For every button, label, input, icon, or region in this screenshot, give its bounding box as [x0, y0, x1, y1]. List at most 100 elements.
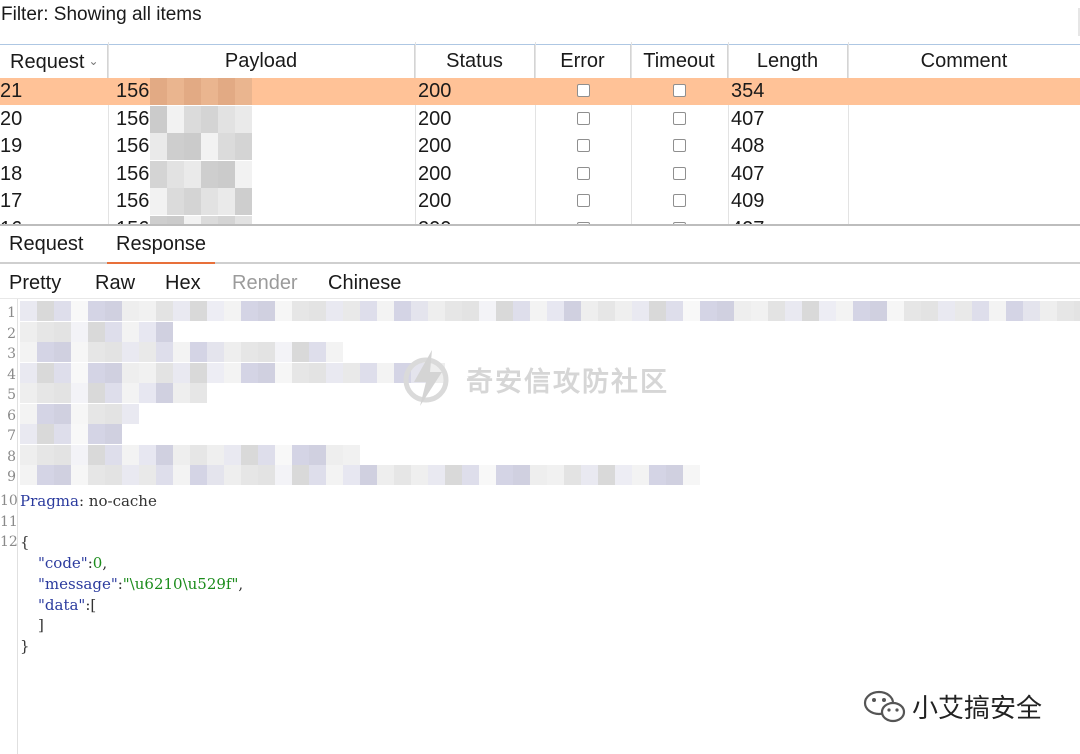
table-header: Request ⌄ Payload Status Error Timeout Le… [0, 44, 1080, 79]
error-checkbox[interactable] [577, 111, 590, 125]
results-table[interactable]: Request ⌄ Payload Status Error Timeout Le… [0, 42, 1080, 226]
timeout-checkbox[interactable] [673, 84, 686, 97]
redacted-pixel [394, 465, 411, 485]
tab-raw[interactable]: Raw [95, 264, 135, 300]
redacted-pixel [54, 342, 71, 362]
redacted-pixel [989, 301, 1006, 321]
json-array-open: [ [90, 596, 97, 614]
error-checkbox[interactable] [577, 139, 590, 152]
code-line-open-brace: { [20, 533, 30, 551]
redacted-pixel [649, 301, 666, 321]
column-header-payload[interactable]: Payload [108, 45, 415, 78]
request-number: 20 [0, 107, 23, 130]
redacted-pixel [20, 444, 37, 465]
column-header-request[interactable]: Request ⌄ [0, 45, 108, 78]
line-number: 8 [7, 448, 16, 465]
redacted-pixel [292, 301, 309, 321]
column-header-length[interactable]: Length [728, 45, 848, 78]
redacted-pixel [547, 301, 564, 321]
length-value: 354 [731, 80, 765, 102]
redacted-pixel [71, 403, 88, 424]
redacted-pixel [326, 342, 343, 362]
column-header-comment[interactable]: Comment [848, 45, 1080, 78]
redacted-pixel [122, 321, 139, 342]
timeout-checkbox[interactable] [673, 139, 686, 152]
redacted-pixel [190, 362, 207, 383]
payload-redaction [150, 78, 167, 105]
table-row[interactable]: 18 156 200 407 [0, 160, 1080, 188]
payload-redaction [150, 160, 167, 188]
redacted-pixel [224, 342, 241, 362]
payload-redaction [218, 78, 235, 105]
filter-label[interactable]: Filter: Showing all items [1, 4, 202, 26]
redacted-pixel [275, 301, 292, 321]
timeout-checkbox[interactable] [673, 194, 686, 207]
redacted-pixel [122, 342, 139, 362]
redacted-pixel [411, 301, 428, 321]
redacted-pixel [37, 342, 54, 362]
redacted-pixel [598, 301, 615, 321]
error-checkbox[interactable] [577, 84, 590, 97]
redacted-pixel [496, 465, 513, 485]
table-row[interactable]: 19 156 200 408 [0, 133, 1080, 160]
redacted-pixel [139, 301, 156, 321]
tab-chinese[interactable]: Chinese [328, 264, 401, 300]
redacted-pixel [309, 301, 326, 321]
redacted-pixel [530, 301, 547, 321]
payload-redaction [201, 133, 218, 160]
redacted-pixel [105, 403, 122, 424]
redacted-pixel [615, 465, 632, 485]
tab-response[interactable]: Response [107, 226, 216, 265]
redacted-pixel [207, 465, 224, 485]
payload-redaction [167, 78, 184, 105]
payload-redaction [235, 105, 252, 133]
column-header-timeout[interactable]: Timeout [631, 45, 728, 78]
redacted-pixel [224, 362, 241, 383]
redacted-pixel [768, 301, 785, 321]
table-row[interactable]: 16 156 200 407 [0, 215, 1080, 225]
redacted-pixel [54, 444, 71, 465]
payload-redaction [218, 215, 235, 224]
column-header-error[interactable]: Error [535, 45, 631, 78]
payload-redaction [235, 188, 252, 215]
code-line-data-close: ] [38, 616, 44, 634]
payload-redaction [150, 215, 167, 224]
redacted-pixel [54, 465, 71, 485]
chevron-down-icon[interactable]: ⌄ [89, 54, 99, 68]
error-checkbox[interactable] [577, 194, 590, 207]
timeout-checkbox[interactable] [673, 166, 686, 180]
redacted-pixel [207, 301, 224, 321]
redacted-pixel [1006, 301, 1023, 321]
redacted-pixel [819, 301, 836, 321]
request-number: 16 [0, 216, 22, 225]
filter-bar[interactable]: Filter: Showing all items [0, 0, 1080, 43]
tab-request[interactable]: Request [0, 226, 93, 262]
redacted-pixel [275, 342, 292, 362]
redacted-pixel [37, 424, 54, 444]
column-header-status[interactable]: Status [415, 45, 535, 78]
redacted-pixel [105, 342, 122, 362]
line-number: 6 [7, 407, 16, 424]
line-number: 9 [7, 469, 16, 485]
brand-text: 小艾搞安全 [912, 694, 1043, 724]
redacted-pixel [20, 362, 37, 383]
line-number: 10 [0, 493, 18, 509]
redacted-pixel [54, 301, 71, 321]
line-number: 7 [7, 428, 16, 444]
tab-pretty[interactable]: Pretty [0, 264, 71, 302]
tab-hex[interactable]: Hex [165, 264, 201, 300]
redacted-pixel [190, 444, 207, 465]
redacted-pixel [241, 301, 258, 321]
header-name: Pragma [20, 492, 79, 510]
redacted-pixel [37, 383, 54, 403]
error-checkbox[interactable] [577, 166, 590, 180]
payload-value: 156 [116, 135, 150, 157]
timeout-checkbox[interactable] [673, 111, 686, 125]
table-row[interactable]: 20 156 200 407 [0, 105, 1080, 133]
redacted-pixel [683, 301, 700, 321]
table-row[interactable]: 21 156 200 354 [0, 78, 1080, 105]
table-row[interactable]: 17 156 200 409 [0, 188, 1080, 215]
redacted-pixel [241, 465, 258, 485]
redacted-pixel [105, 383, 122, 403]
redacted-pixel [309, 362, 326, 383]
